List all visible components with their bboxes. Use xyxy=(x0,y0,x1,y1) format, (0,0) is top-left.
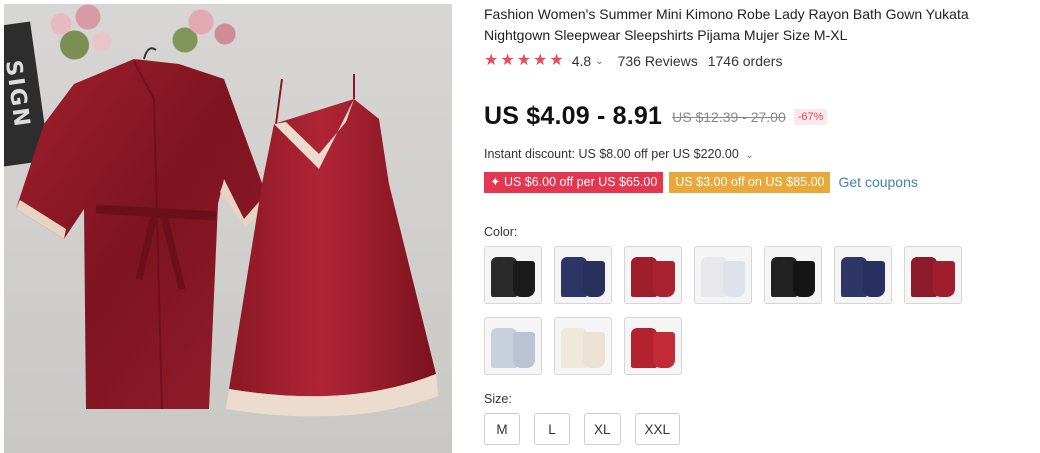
size-options: M L XL XXL xyxy=(484,413,686,445)
swatch-thumbnail xyxy=(629,251,677,299)
star-icon: ★ xyxy=(484,52,499,69)
color-swatch[interactable] xyxy=(764,246,822,304)
swatch-dress xyxy=(583,261,605,297)
size-option-xl[interactable]: XL xyxy=(584,413,621,445)
orders-count: 1746 orders xyxy=(707,53,783,69)
swatch-thumbnail xyxy=(489,251,537,299)
coupon-red[interactable]: ✦ US $6.00 off per US $65.00 xyxy=(484,171,664,193)
star-icon: ★ xyxy=(516,52,532,69)
swatch-dress xyxy=(583,332,605,368)
coupons-row: ✦ US $6.00 off per US $65.00 US $3.00 of… xyxy=(484,171,918,193)
product-title: Fashion Women's Summer Mini Kimono Robe … xyxy=(484,6,969,43)
color-swatch[interactable] xyxy=(624,317,682,375)
satin-set-illustration xyxy=(16,47,438,417)
star-icon: ★ xyxy=(549,52,564,69)
color-label: Color: xyxy=(484,225,518,239)
swatch-thumbnail xyxy=(489,322,537,370)
swatch-thumbnail xyxy=(559,251,607,299)
size-label: Size: xyxy=(484,392,512,406)
chevron-down-icon: ⌄ xyxy=(745,150,754,161)
color-swatch[interactable] xyxy=(554,317,612,375)
reviews-link[interactable]: 736 Reviews xyxy=(618,53,698,69)
discount-badge: -67% xyxy=(793,108,828,125)
swatch-dress xyxy=(653,332,675,368)
star-icon: ★ xyxy=(500,52,515,69)
original-price: US $12.39 - 27.00 xyxy=(672,108,786,125)
rating-stars: ★ ★ ★ ★ ★ xyxy=(484,52,564,70)
swatch-dress xyxy=(653,261,675,297)
size-option-l[interactable]: L xyxy=(534,413,570,445)
color-swatch[interactable] xyxy=(694,246,752,304)
color-swatch[interactable] xyxy=(554,246,612,304)
instant-discount[interactable]: Instant discount: US $8.00 off per US $2… xyxy=(484,147,754,161)
color-swatch[interactable] xyxy=(624,246,682,304)
chevron-down-icon[interactable]: ⌄ xyxy=(595,56,603,67)
color-swatch[interactable] xyxy=(904,246,962,304)
current-price: US $4.09 - 8.91 xyxy=(484,102,663,130)
swatch-dress xyxy=(723,261,745,297)
color-swatch[interactable] xyxy=(484,246,542,304)
swatch-dress xyxy=(863,261,885,297)
instant-discount-text: Instant discount: US $8.00 off per US $2… xyxy=(484,147,739,161)
size-option-xxl[interactable]: XXL xyxy=(634,413,681,445)
get-coupons-link[interactable]: Get coupons xyxy=(838,174,917,190)
swatch-thumbnail xyxy=(769,251,817,299)
swatch-dress xyxy=(933,261,955,297)
swatch-thumbnail xyxy=(629,322,677,370)
swatch-dress xyxy=(513,332,535,368)
coupon-orange[interactable]: US $3.00 off on US $85.00 xyxy=(669,171,831,193)
star-icon: ★ xyxy=(533,52,548,69)
rating-row: ★ ★ ★ ★ ★ 4.8 ⌄ 736 Reviews 1746 orders xyxy=(484,52,782,70)
price-row: US $4.09 - 8.91 US $12.39 - 27.00 -67% xyxy=(484,102,828,131)
product-main-image[interactable]: SIGN xyxy=(4,4,452,453)
swatch-thumbnail xyxy=(839,251,887,299)
swatch-thumbnail xyxy=(559,322,607,370)
swatch-thumbnail xyxy=(699,251,747,299)
swatch-thumbnail xyxy=(909,251,957,299)
color-swatch[interactable] xyxy=(834,246,892,304)
swatch-dress xyxy=(793,261,815,297)
rating-value[interactable]: 4.8 xyxy=(572,53,591,69)
swatch-dress xyxy=(513,261,535,297)
color-swatch[interactable] xyxy=(484,317,542,375)
size-option-m[interactable]: M xyxy=(484,413,520,445)
